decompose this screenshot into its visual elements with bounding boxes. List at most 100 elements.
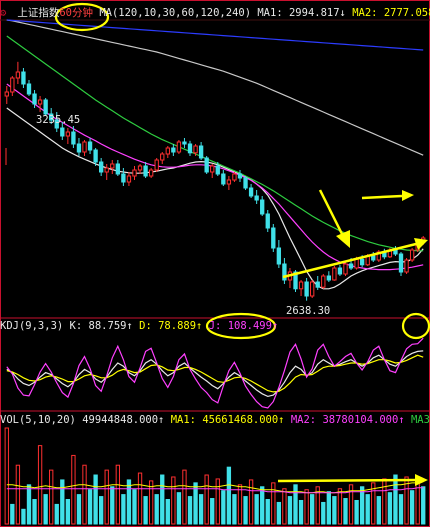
candle-body [148,169,154,177]
kdj-line-j [6,337,424,409]
kdj-label: KDJ(9,3,3) [0,320,64,332]
volume-bar [121,494,126,525]
candle [87,138,93,154]
candle-body [43,99,48,115]
candle [82,140,87,156]
candle [254,190,259,204]
volume-bar [104,469,109,525]
candle-body [160,153,165,161]
candle [21,68,26,88]
gear-icon[interactable]: ⚙ [0,7,11,20]
candle-body [343,263,348,275]
volume-bar [132,489,137,525]
volume-bar [154,494,159,525]
ma2-value: 2777.058 [383,7,430,19]
candle-body [348,263,354,269]
candle [65,128,71,144]
vol-ma2-value: 38780104.000↑ [322,414,405,426]
volume-bar [32,499,37,525]
volume-bar [54,503,59,525]
period-label[interactable]: 60分钟 [59,7,93,19]
volume-bar [282,488,287,525]
candle-body [215,165,220,175]
candle-body [4,91,9,97]
volume-bar [298,499,304,525]
candle [398,252,404,276]
candle [315,276,320,290]
candle-body [76,143,82,153]
kdj-d-value: 78.889↑ [158,320,203,332]
candle-body [182,141,187,145]
volume-bar [182,469,187,525]
candle [276,240,282,268]
vol-ma3-label: MA3: [410,414,430,426]
kdj-k-label: K: [69,320,83,332]
chart-canvas [0,0,430,527]
candle [115,160,120,176]
candle [232,172,237,182]
candle [237,170,243,182]
ma-line-ma5 [6,19,424,51]
volume-bar [93,474,98,525]
candle-body [265,213,270,229]
volume-bar [293,484,298,525]
kdj-header: KDJ(9,3,3) K: 88.759↑ D: 78.889↑ J: 108.… [0,320,278,333]
candle-body [32,93,37,105]
volume-bar [226,466,232,525]
volume-bar [143,496,148,525]
candle [148,168,154,178]
ma-line-ma2 [6,83,424,271]
volume-bar [343,498,348,525]
volume-bar [4,427,9,525]
volume-bar [210,498,215,525]
volume-bar [65,499,71,525]
volume-bar [198,494,204,525]
ma2-label: MA2: [352,7,378,19]
volume-bar [43,494,48,525]
volume-bar [271,482,276,525]
candle-body [304,281,309,297]
candle [393,246,398,256]
candle-body [21,71,26,85]
candle [132,166,137,180]
index-name: 上证指数 [17,7,60,19]
vol-header: VOL(5,10,20) 49944848.000↑ MA1: 45661468… [0,414,430,427]
candle-body [121,173,126,183]
candle-body [276,247,282,265]
candle-body [82,141,87,153]
vol-ma1-value: 45661468.000↑ [202,414,285,426]
volume-bar [21,508,26,525]
candle-body [37,99,43,105]
candle-body [110,163,115,169]
volume-bar [71,454,76,525]
candlesticks [4,61,426,301]
candle [343,262,348,276]
volume-bar [354,499,359,525]
candle-body [193,145,198,154]
ma-params: MA(120,10,30,60,120,240) [99,7,252,19]
candle-body [99,161,104,173]
candle [226,176,232,190]
candle-body [137,165,143,171]
volume-bar [393,474,398,525]
candle [404,258,409,274]
high-label: 3235.45 [36,114,81,126]
volume-bar [376,496,381,525]
candle [143,162,148,178]
candle-body [198,145,204,159]
candle-body [93,149,98,163]
volume-bar [337,488,343,525]
volume-bar [76,494,82,525]
candle-body [15,71,21,79]
candle [187,140,193,156]
candle-body [254,195,259,201]
chart-frame [0,0,430,527]
outer-border [0,0,430,527]
volume-bar [421,486,426,525]
candle-body [143,165,148,177]
volume-bar [382,478,387,525]
candle-body [171,147,176,153]
kdj-line-k [6,350,424,398]
candle-body [359,258,365,266]
candle [15,61,21,84]
